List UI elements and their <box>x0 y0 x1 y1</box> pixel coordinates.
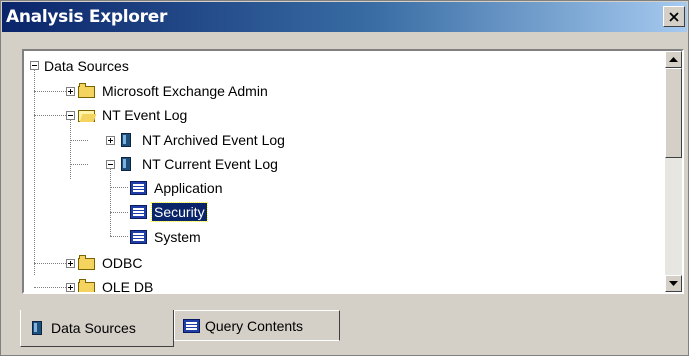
tree-item-nt-current-event-log[interactable]: NT Current Event Log <box>118 153 280 175</box>
tree-item-nt-event-log[interactable]: NT Event Log <box>78 104 189 126</box>
tree-view[interactable]: Data Sources Microsoft Exchange Admin NT… <box>22 49 684 294</box>
tree-connector <box>34 91 68 92</box>
tree-item-nt-archived-event-log[interactable]: NT Archived Event Log <box>118 129 287 151</box>
arrow-down-icon <box>669 280 678 286</box>
tree-item-system[interactable]: System <box>130 226 203 248</box>
collapse-toggle[interactable] <box>30 61 39 70</box>
dimension-icon <box>130 180 148 196</box>
tree-item-label: Microsoft Exchange Admin <box>102 83 268 99</box>
tree-connector <box>110 236 128 237</box>
scroll-down-button[interactable] <box>665 275 682 292</box>
tree-connector <box>34 287 68 288</box>
tree-item-microsoft-exchange-admin[interactable]: Microsoft Exchange Admin <box>78 80 270 102</box>
tree-item-label: ODBC <box>102 255 143 271</box>
tree-connector <box>70 164 88 165</box>
title-bar[interactable]: Analysis Explorer <box>2 2 687 32</box>
tree-item-label: NT Event Log <box>102 107 188 123</box>
folder-icon <box>78 83 96 99</box>
window-title: Analysis Explorer <box>6 7 168 27</box>
expand-toggle[interactable] <box>66 283 75 292</box>
tree-item-data-sources[interactable]: Data Sources <box>42 55 131 77</box>
scroll-up-button[interactable] <box>665 51 682 68</box>
close-icon <box>669 11 679 22</box>
tab-query-contents[interactable]: Query Contents <box>174 310 340 341</box>
dimension-icon <box>130 204 148 220</box>
tree-item-ole-db[interactable]: OLE DB <box>78 276 155 294</box>
close-button[interactable] <box>663 6 685 27</box>
analysis-explorer-window: Analysis Explorer Data Sources Microsoft… <box>0 0 689 356</box>
tree-item-label: Security <box>151 202 208 222</box>
tree-item-label: Application <box>154 180 223 196</box>
collapse-toggle[interactable] <box>106 160 115 169</box>
tree-connector <box>34 65 35 275</box>
collapse-toggle[interactable] <box>66 111 75 120</box>
tree-connector <box>110 212 128 213</box>
scroll-thumb[interactable] <box>665 68 682 158</box>
tree-connector <box>34 115 68 116</box>
cube-icon <box>29 320 47 336</box>
vertical-scrollbar[interactable] <box>665 51 682 292</box>
tree-connector <box>70 113 71 179</box>
tree-item-application[interactable]: Application <box>130 177 225 199</box>
tab-data-sources[interactable]: Data Sources <box>20 310 174 347</box>
arrow-up-icon <box>669 56 678 62</box>
tree-connector <box>110 187 128 188</box>
expand-toggle[interactable] <box>66 259 75 268</box>
tree-connector <box>34 263 68 264</box>
tab-label: Query Contents <box>205 317 304 334</box>
tab-label: Data Sources <box>51 320 136 336</box>
tree-item-label: OLE DB <box>102 279 154 294</box>
folder-icon <box>78 255 96 271</box>
expand-toggle[interactable] <box>66 87 75 96</box>
tree-item-odbc[interactable]: ODBC <box>78 252 144 274</box>
dimension-icon <box>183 318 201 334</box>
tree-item-label: NT Archived Event Log <box>142 132 285 148</box>
tree-item-label: NT Current Event Log <box>142 156 278 172</box>
tree-item-label: System <box>154 229 201 245</box>
cube-icon <box>118 156 136 172</box>
cube-icon <box>118 132 136 148</box>
tree-connector <box>110 162 111 236</box>
tree-item-label: Data Sources <box>44 58 129 74</box>
tree-item-security[interactable]: Security <box>130 201 208 223</box>
folder-icon <box>78 279 96 292</box>
expand-toggle[interactable] <box>106 136 115 145</box>
tree-connector <box>70 140 88 141</box>
dimension-icon <box>130 229 148 245</box>
folder-open-icon <box>78 107 96 123</box>
